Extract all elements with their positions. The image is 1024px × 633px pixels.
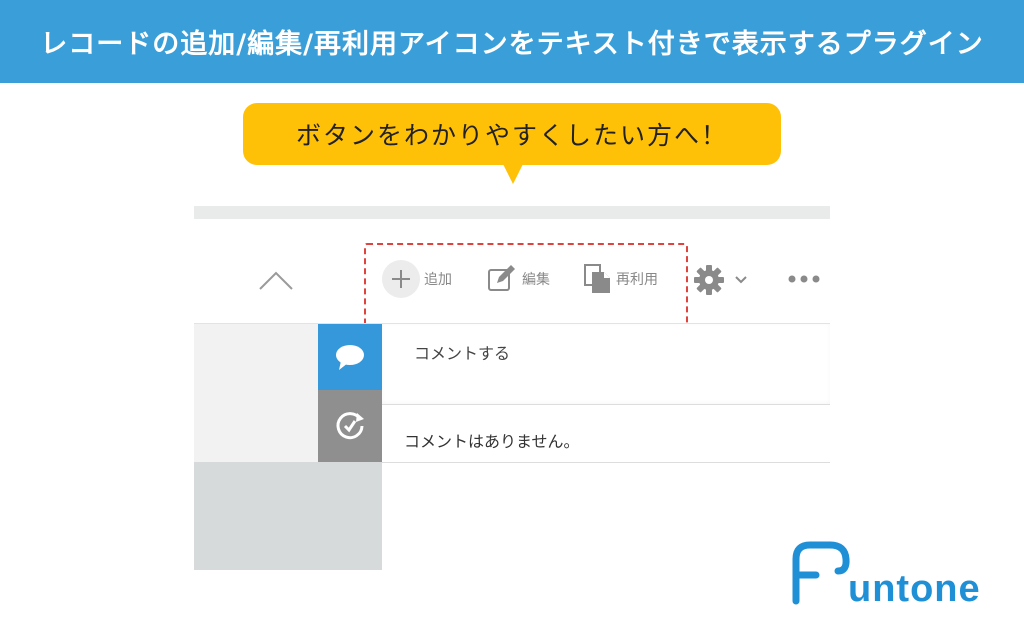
edit-record-button[interactable]: 編集 (486, 259, 550, 299)
record-sidebar-lower (194, 462, 382, 570)
comments-divider (382, 462, 830, 463)
speech-bubble-icon (336, 345, 364, 370)
tab-comments[interactable] (318, 324, 382, 390)
no-comments-message: コメントはありません。 (404, 432, 580, 451)
edit-pencil-icon (486, 263, 518, 295)
copy-document-icon (582, 263, 612, 295)
gear-icon (694, 265, 724, 295)
record-toolbar: 追加 編集 再利用 (194, 219, 830, 327)
add-label: 追加 (424, 272, 452, 288)
comment-input-placeholder: コメントする (414, 344, 511, 363)
collapse-button[interactable] (256, 265, 296, 295)
plus-icon (382, 260, 420, 298)
record-body: コメントする コメントはありません。 (194, 324, 830, 570)
edit-label: 編集 (522, 272, 550, 288)
more-options-button[interactable] (786, 271, 822, 287)
record-sidebar-area (194, 324, 318, 462)
callout-text: ボタンをわかりやすくしたい方へ！ (295, 121, 728, 150)
chevron-down-icon (735, 276, 747, 284)
tab-history[interactable] (318, 390, 382, 462)
screenshot-top-bar (194, 206, 830, 219)
add-record-button[interactable]: 追加 (382, 259, 452, 299)
funtone-logo: untone (790, 537, 1000, 610)
svg-text:untone: untone (848, 568, 981, 609)
reuse-record-button[interactable]: 再利用 (582, 259, 658, 299)
callout-bubble: ボタンをわかりやすくしたい方へ！ (243, 103, 781, 165)
kintone-record-screenshot: 追加 編集 再利用 コメントする コメントはありません。 (194, 206, 830, 570)
banner-title: レコードの追加/編集/再利用アイコンをテキスト付きで表示するプラグイン (0, 0, 1024, 83)
chevron-up-icon (259, 271, 293, 290)
settings-button[interactable] (692, 263, 752, 297)
history-clock-icon (336, 412, 364, 440)
comment-input[interactable]: コメントする (382, 324, 830, 405)
more-dots-icon (788, 275, 820, 283)
callout-pointer (503, 164, 523, 184)
reuse-label: 再利用 (616, 272, 658, 288)
